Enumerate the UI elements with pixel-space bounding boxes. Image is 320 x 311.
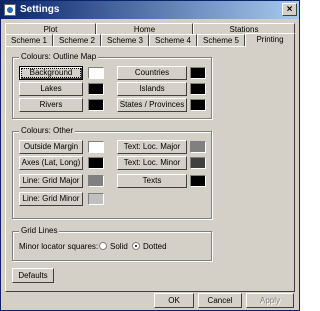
states-provinces-swatch[interactable] — [190, 99, 206, 111]
tab-scheme-4[interactable]: Scheme 4 — [149, 34, 197, 46]
other-group-label: Colours: Other — [19, 126, 76, 135]
axes-button[interactable]: Axes (Lat, Long) — [19, 156, 83, 170]
tab-row-bottom: Scheme 1 Scheme 2 Scheme 3 Scheme 4 Sche… — [5, 33, 295, 47]
outline-colours-group: Colours: Outline Map Background Lakes Ri… — [12, 52, 212, 119]
grid-minor-button[interactable]: Line: Grid Minor — [19, 192, 83, 206]
islands-swatch[interactable] — [190, 83, 206, 95]
outline-group-label: Colours: Outline Map — [19, 52, 99, 61]
text-loc-major-button[interactable]: Text: Loc. Major — [117, 140, 187, 154]
ok-button[interactable]: OK — [154, 293, 194, 308]
texts-button[interactable]: Texts — [117, 174, 187, 188]
other-colours-group: Colours: Other Outside Margin Axes (Lat,… — [12, 126, 212, 219]
tab-scheme-2[interactable]: Scheme 2 — [53, 34, 101, 46]
text-loc-minor-swatch[interactable] — [190, 157, 206, 169]
defaults-button[interactable]: Defaults — [12, 268, 54, 283]
islands-button[interactable]: Islands — [117, 82, 187, 96]
countries-button[interactable]: Countries — [117, 66, 187, 80]
tab-scheme-1[interactable]: Scheme 1 — [5, 34, 53, 46]
grid-minor-swatch[interactable] — [88, 193, 104, 205]
grid-lines-group-label: Grid Lines — [19, 226, 60, 235]
tab-scheme-5[interactable]: Scheme 5 — [197, 34, 245, 46]
texts-swatch[interactable] — [190, 175, 206, 187]
lakes-button[interactable]: Lakes — [19, 82, 83, 96]
tab-scheme-3[interactable]: Scheme 3 — [101, 34, 149, 46]
grid-major-button[interactable]: Line: Grid Major — [19, 174, 83, 188]
radio-dotted[interactable] — [132, 242, 140, 250]
text-loc-major-swatch[interactable] — [190, 141, 206, 153]
states-provinces-button[interactable]: States / Provinces — [117, 98, 187, 112]
radio-solid-label[interactable]: Solid — [110, 242, 128, 251]
background-button[interactable]: Background — [19, 66, 83, 80]
radio-dotted-label[interactable]: Dotted — [143, 242, 167, 251]
apply-button[interactable]: Apply — [246, 293, 294, 308]
settings-window: Settings × Plot Home Stations Scheme 1 S… — [0, 0, 300, 311]
axes-swatch[interactable] — [88, 157, 104, 169]
minor-locator-label: Minor locator squares: — [19, 242, 99, 251]
countries-swatch[interactable] — [190, 67, 206, 79]
lakes-swatch[interactable] — [88, 83, 104, 95]
outside-margin-button[interactable]: Outside Margin — [19, 140, 83, 154]
tab-printing[interactable]: Printing — [245, 33, 295, 47]
background-swatch[interactable] — [88, 67, 104, 79]
grid-major-swatch[interactable] — [88, 175, 104, 187]
app-icon — [4, 4, 16, 16]
window-title: Settings — [20, 4, 60, 15]
radio-solid[interactable] — [99, 242, 107, 250]
text-loc-minor-button[interactable]: Text: Loc. Minor — [117, 156, 187, 170]
close-button[interactable]: × — [282, 3, 297, 16]
rivers-button[interactable]: Rivers — [19, 98, 83, 112]
outside-margin-swatch[interactable] — [88, 141, 104, 153]
printing-panel: Colours: Outline Map Background Lakes Ri… — [5, 46, 295, 292]
cancel-button[interactable]: Cancel — [198, 293, 242, 308]
title-bar[interactable]: Settings × — [1, 1, 299, 19]
grid-lines-group: Grid Lines Minor locator squares: Solid … — [12, 226, 212, 261]
rivers-swatch[interactable] — [88, 99, 104, 111]
